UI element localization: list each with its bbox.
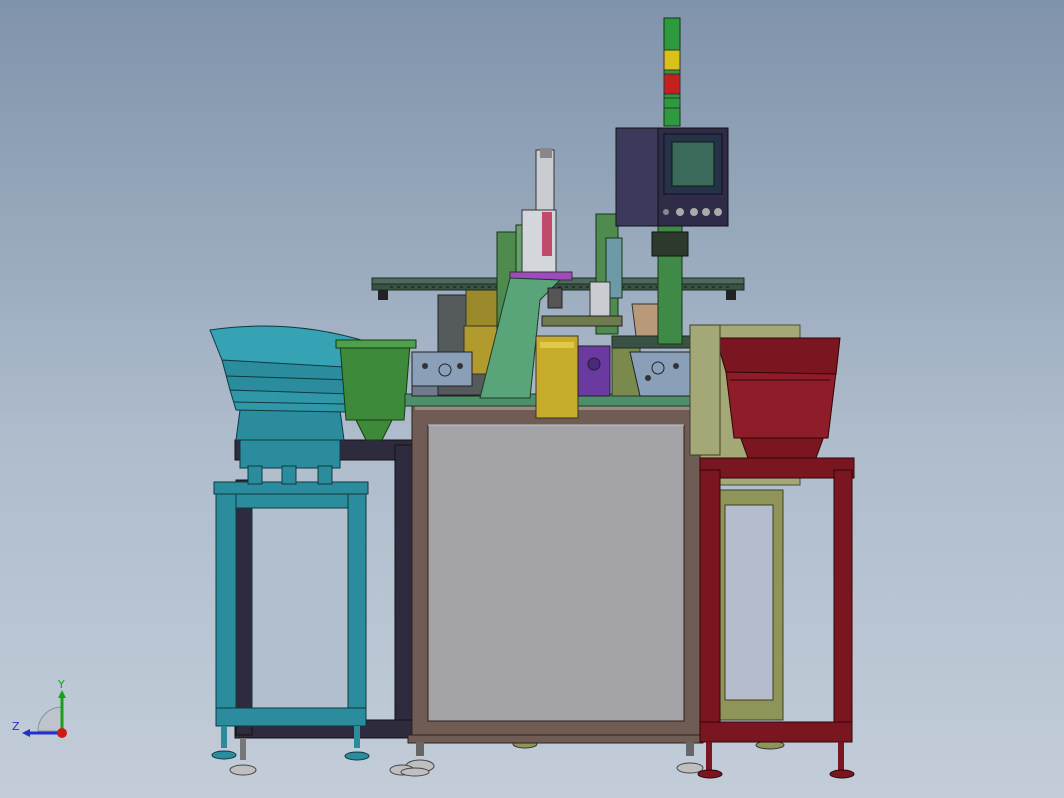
z-axis-arrowhead [22, 729, 30, 737]
y-axis-label: Y [57, 678, 65, 691]
assembly-model[interactable] [0, 0, 1064, 798]
right-olive-block [689, 324, 721, 456]
z-axis-label: Z [12, 720, 20, 733]
center-feet [400, 767, 430, 777]
main-cabinet [389, 399, 704, 776]
x-axis-dot [57, 728, 67, 738]
coordinate-triad: Y Z [12, 678, 67, 738]
green-hopper [335, 339, 417, 441]
cad-viewport[interactable]: Y Z [0, 0, 1064, 798]
control-box [615, 127, 729, 227]
y-axis-arrowhead [58, 690, 66, 698]
